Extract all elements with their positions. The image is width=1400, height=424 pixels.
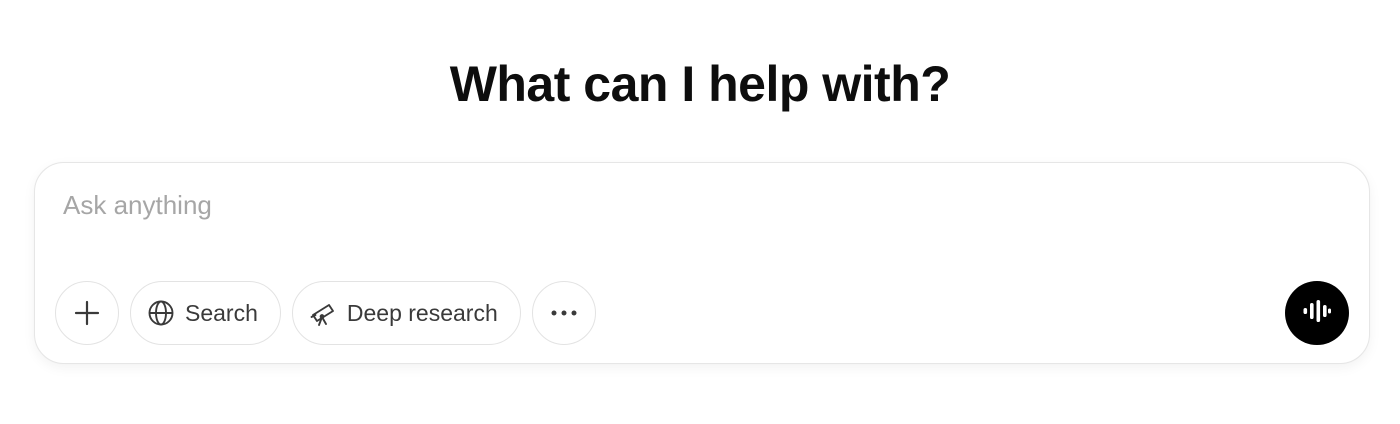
plus-icon [74, 300, 100, 326]
voice-waveform-icon [1302, 299, 1332, 328]
search-label: Search [185, 299, 258, 326]
page-title: What can I help with? [449, 56, 951, 112]
deep-research-label: Deep research [346, 299, 498, 326]
search-button[interactable]: Search [130, 281, 281, 345]
composer: Search Deep research [34, 162, 1370, 364]
attach-button[interactable] [55, 281, 119, 345]
telescope-icon [309, 299, 337, 327]
voice-mode-button[interactable] [1285, 281, 1349, 345]
more-options-button[interactable] [531, 281, 596, 345]
globe-icon [147, 299, 175, 327]
chat-home: What can I help with? S [0, 0, 1400, 424]
prompt-input[interactable] [63, 185, 1263, 225]
deep-research-button[interactable]: Deep research [291, 281, 521, 345]
composer-toolbar: Search Deep research [55, 281, 607, 345]
ellipsis-icon [550, 309, 578, 317]
